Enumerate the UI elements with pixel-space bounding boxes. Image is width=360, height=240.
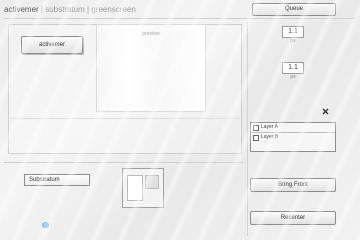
spinner-1-unit: px bbox=[290, 38, 296, 44]
column-separator bbox=[247, 22, 248, 236]
thumbnail-swatch-right bbox=[145, 175, 159, 189]
substratum-select[interactable]: Substratum bbox=[24, 174, 90, 186]
header-divider bbox=[4, 18, 356, 19]
preview-area: preview bbox=[96, 24, 206, 112]
spinner-1-value[interactable]: 1.1 bbox=[282, 26, 304, 38]
layer-list-item[interactable]: Layer B bbox=[251, 133, 335, 142]
lower-divider bbox=[4, 162, 244, 163]
layer-checkbox[interactable] bbox=[253, 125, 259, 131]
recenter-button[interactable]: Recenter bbox=[250, 211, 336, 225]
thumbnail-panel[interactable] bbox=[122, 168, 164, 208]
title-part-2: | substratum bbox=[40, 5, 85, 14]
spinner-2-value[interactable]: 1.1 bbox=[282, 62, 304, 74]
layer-label: Layer A bbox=[261, 124, 278, 130]
window-title: activemer | substratum | greenscreen bbox=[4, 3, 252, 17]
title-part-1: activemer bbox=[4, 5, 39, 14]
app-window: activemer | substratum | greenscreen Que… bbox=[0, 0, 360, 240]
status-icon bbox=[42, 222, 49, 228]
bring-front-button[interactable]: Bring Front bbox=[250, 178, 336, 192]
spinner-1[interactable]: 1.1 px bbox=[282, 26, 304, 48]
spinner-2-unit: px bbox=[290, 74, 296, 80]
layer-list: Layer A Layer B bbox=[250, 122, 336, 152]
title-part-3: | greenscreen bbox=[87, 5, 136, 14]
preview-label: preview bbox=[142, 31, 160, 37]
queue-button[interactable]: Queue bbox=[252, 3, 336, 16]
close-icon[interactable] bbox=[321, 107, 330, 116]
panel-divider bbox=[8, 118, 240, 119]
layer-checkbox[interactable] bbox=[253, 135, 259, 141]
activemer-button[interactable]: activemer bbox=[21, 36, 83, 54]
layer-label: Layer B bbox=[261, 134, 279, 140]
spinner-2[interactable]: 1.1 px bbox=[282, 62, 304, 84]
thumbnail-swatch-left bbox=[127, 175, 143, 201]
layer-list-item[interactable]: Layer A bbox=[251, 123, 335, 133]
